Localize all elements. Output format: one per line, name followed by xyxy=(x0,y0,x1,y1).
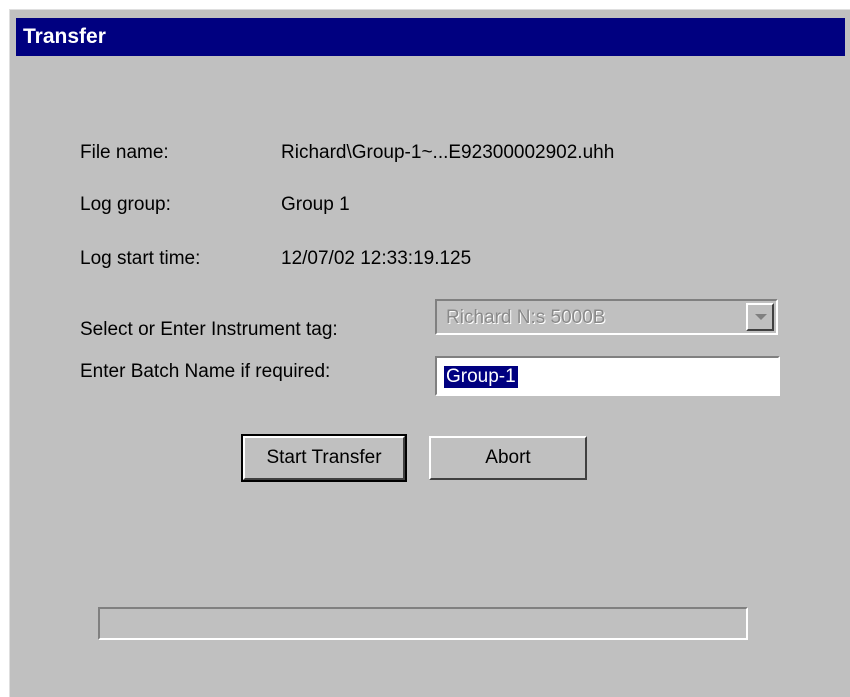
batch-name-input[interactable]: Group-1 xyxy=(435,356,780,396)
transfer-dialog: Transfer File name: Richard\Group-1~...E… xyxy=(9,9,850,697)
instrument-tag-value: Richard N:s 5000B xyxy=(446,307,606,328)
batch-name-label: Enter Batch Name if required: xyxy=(80,361,331,382)
log-group-label: Log group: xyxy=(80,194,171,215)
log-group-value: Group 1 xyxy=(281,194,350,215)
instrument-tag-label: Select or Enter Instrument tag: xyxy=(80,319,338,340)
file-name-label: File name: xyxy=(80,142,169,163)
start-transfer-button[interactable]: Start Transfer xyxy=(241,434,407,482)
log-start-time-label: Log start time: xyxy=(80,248,201,269)
dropdown-button[interactable] xyxy=(746,303,774,331)
abort-button[interactable]: Abort xyxy=(429,436,587,480)
instrument-tag-combobox[interactable]: Richard N:s 5000B xyxy=(435,299,778,335)
chevron-down-icon xyxy=(755,314,767,320)
file-name-value: Richard\Group-1~...E92300002902.uhh xyxy=(281,142,615,163)
window-title: Transfer xyxy=(16,18,845,56)
transfer-progress-bar xyxy=(98,607,748,640)
batch-name-value: Group-1 xyxy=(444,366,518,388)
log-start-time-value: 12/07/02 12:33:19.125 xyxy=(281,248,472,269)
